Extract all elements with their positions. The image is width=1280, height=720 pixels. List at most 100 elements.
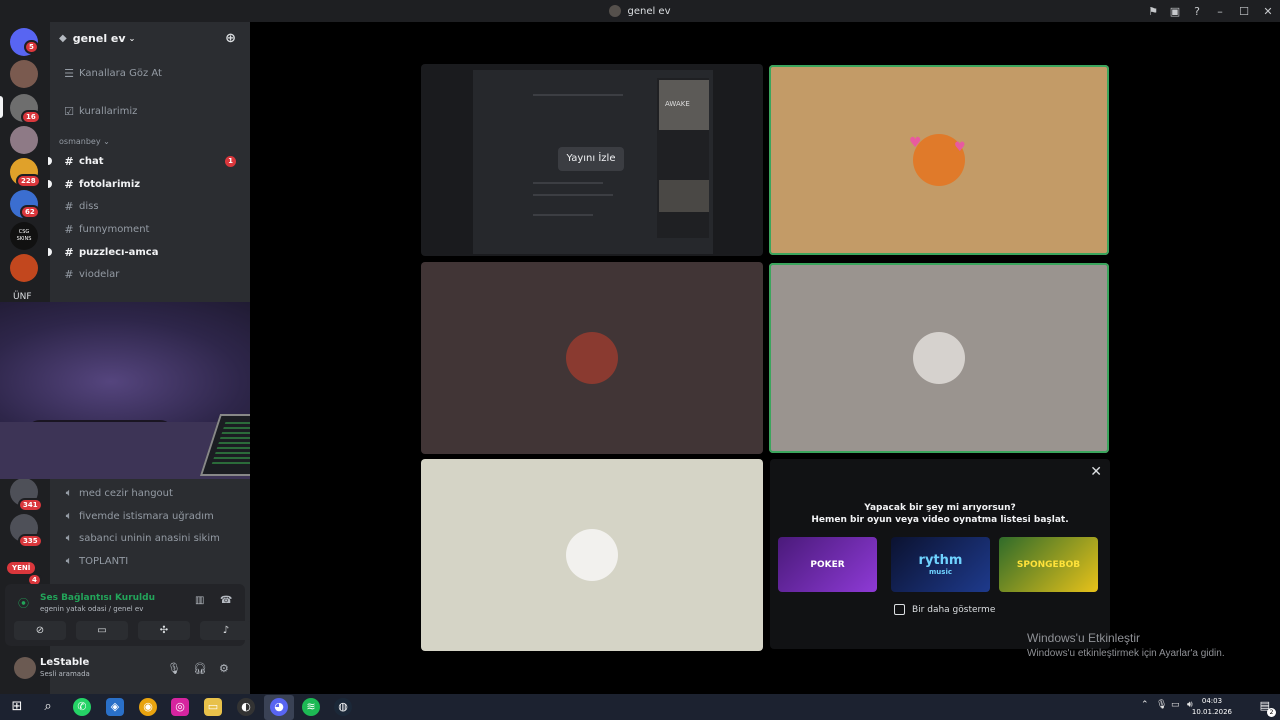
file-explorer-icon[interactable]: ▭ [204, 698, 222, 716]
checkbox-box[interactable] [894, 604, 905, 615]
microphone-tray-icon[interactable]: 🎙︎ [1156, 700, 1167, 710]
channel-puzzleci-amca[interactable]: # puzzlecı-amca [48, 242, 244, 262]
activity-title: Yapacak bir şey mi arıyorsun? [864, 503, 1016, 513]
game-sublabel: music [929, 568, 952, 576]
screen-share-button[interactable]: ▭ [76, 621, 128, 640]
channel-label: chat [79, 155, 104, 167]
steam-icon[interactable]: ◍ [334, 698, 352, 716]
instagram-icon[interactable]: ◎ [171, 698, 189, 716]
disconnect-icon[interactable]: ☎ [220, 595, 232, 606]
voice-channel[interactable]: 🔈︎ fivemde istismara uğradım [58, 506, 244, 526]
server-avatar-icon [609, 5, 622, 17]
activity-subtitle: Hemen bir oyun veya video oynatma listes… [811, 515, 1069, 525]
category-name: osmanbey [59, 137, 101, 146]
voice-channel[interactable]: 🔈︎ TOPLANTI [58, 551, 244, 571]
discord-icon[interactable]: ◕ [270, 698, 288, 716]
headphones-icon[interactable]: 🎧︎ [193, 662, 207, 675]
hash-icon: # [64, 177, 74, 191]
microphone-icon[interactable]: 🎙︎ [167, 662, 181, 675]
app-icon[interactable]: ◈ [106, 698, 124, 716]
spotify-icon[interactable]: ≋ [302, 698, 320, 716]
dm-avatar[interactable] [10, 60, 38, 88]
participant-tile[interactable]: ♥ ♥ [769, 65, 1109, 255]
speaker-icon: 🔈︎ [65, 509, 73, 522]
watch-stream-button[interactable]: Yayını İzle [558, 147, 624, 171]
channel-funnymoment[interactable]: # funnymoment [58, 219, 244, 239]
game-card-poker[interactable]: POKER [778, 537, 877, 592]
participant-avatar [566, 529, 618, 581]
user-avatar[interactable] [14, 657, 36, 679]
voice-status[interactable]: Ses Bağlantısı Kuruldu [40, 593, 155, 603]
title-bar: genel ev ⚑ ▣ ? – ☐ ✕ [0, 0, 1280, 22]
channel-fotolarimiz[interactable]: # fotolarimiz [48, 174, 244, 194]
window-title: genel ev [627, 5, 671, 17]
dont-show-again-checkbox[interactable]: Bir daha gösterme [894, 604, 995, 615]
participant-tile[interactable] [421, 262, 763, 454]
browse-label: Kanallara Göz At [79, 67, 162, 79]
game-card-spongebob[interactable]: SPONGEBOB [999, 537, 1098, 592]
hash-icon: # [64, 199, 74, 213]
participant-avatar [913, 332, 965, 384]
mention-badge: 1 [225, 155, 236, 167]
camera-off-button[interactable]: ⊘ [14, 621, 66, 640]
server-icon-csgo[interactable]: CSG SKINS [10, 222, 38, 250]
user-name[interactable]: LeStable [40, 657, 89, 668]
channel-label: puzzlecı-amca [79, 246, 159, 258]
inbox-icon[interactable]: ▣ [1164, 5, 1186, 18]
hash-icon: # [64, 154, 74, 168]
server-partial-label: ÜNF [13, 292, 32, 302]
voice-channel[interactable]: 🔈︎ med cezir hangout [58, 483, 244, 503]
channel-chat[interactable]: # chat 1 [48, 151, 244, 171]
chevron-up-icon[interactable]: ⌃ [1141, 700, 1149, 710]
participant-tile[interactable] [769, 263, 1109, 453]
maximize-button[interactable]: ☐ [1232, 5, 1256, 18]
server-header[interactable]: ◆ genel ev ⌄ ⊕ [50, 22, 250, 54]
game-label: SPONGEBOB [1016, 559, 1081, 570]
unread-dot [48, 157, 52, 165]
unread-dot [48, 248, 52, 256]
channel-label: TOPLANTI [79, 555, 129, 567]
whatsapp-icon[interactable]: ✆ [73, 698, 91, 716]
soundboard-button[interactable]: ♪ [200, 621, 252, 640]
flag-icon[interactable]: ⚑ [1142, 5, 1164, 18]
channel-viodelar[interactable]: # viodelar [58, 264, 244, 284]
game-label: POKER [810, 559, 845, 570]
server-icon[interactable] [10, 126, 38, 154]
network-icon[interactable]: ▭ [1171, 700, 1180, 710]
channel-label: funnymoment [79, 223, 150, 235]
app-icon[interactable]: ◐ [237, 698, 255, 716]
channel-diss[interactable]: # diss [58, 196, 244, 216]
participant-tile[interactable] [421, 459, 763, 651]
channel-label: sabanci uninin anasini sikim [79, 532, 220, 544]
channel-label: fivemde istismara uğradım [79, 510, 214, 522]
category-label[interactable]: osmanbey ⌄ [59, 137, 110, 146]
hash-icon: # [64, 267, 74, 281]
speaker-icon: 🔈︎ [65, 531, 73, 544]
help-icon[interactable]: ? [1186, 5, 1208, 18]
close-button[interactable]: ✕ [1256, 5, 1280, 18]
chrome-icon[interactable]: ◉ [139, 698, 157, 716]
server-badge: 341 [18, 498, 43, 512]
windows-start-icon[interactable]: ⊞ [8, 698, 26, 716]
clock[interactable]: 04:03 10.01.2026 [1192, 696, 1232, 718]
speaker-icon: 🔈︎ [65, 554, 73, 567]
game-card-rythm[interactable]: rythm music [891, 537, 990, 592]
server-badge: 16 [21, 110, 41, 124]
search-icon[interactable]: ⌕ [39, 698, 57, 716]
settings-gear-icon[interactable]: ⚙ [219, 662, 229, 675]
browse-channels[interactable]: ☰ Kanallara Göz At [58, 63, 244, 83]
close-icon[interactable]: ✕ [1090, 464, 1102, 480]
voice-location[interactable]: egenin yatak odasi / genel ev [40, 605, 143, 613]
stream-tile[interactable]: AWAKE Yayını İzle [421, 64, 763, 256]
noise-suppression-icon[interactable]: ▥ [195, 595, 204, 606]
activities-button[interactable]: ✣ [138, 621, 190, 640]
album-art-text: AWAKE [665, 100, 690, 108]
windows-activation-subtitle: Windows'u etkinleştirmek için Ayarlar'a … [1027, 648, 1225, 659]
add-member-icon[interactable]: ⊕ [225, 31, 236, 46]
minimize-button[interactable]: – [1208, 5, 1232, 18]
voice-channel[interactable]: 🔈︎ sabanci uninin anasini sikim [58, 528, 244, 548]
user-panel: LeStable Sesli aramada 🎙︎ 🎧︎ ⚙ [5, 650, 245, 688]
server-icon[interactable] [10, 254, 38, 282]
channel-rules[interactable]: ☑ kurallarimiz [58, 101, 244, 121]
heart-sticker-icon: ♥ [909, 135, 922, 151]
